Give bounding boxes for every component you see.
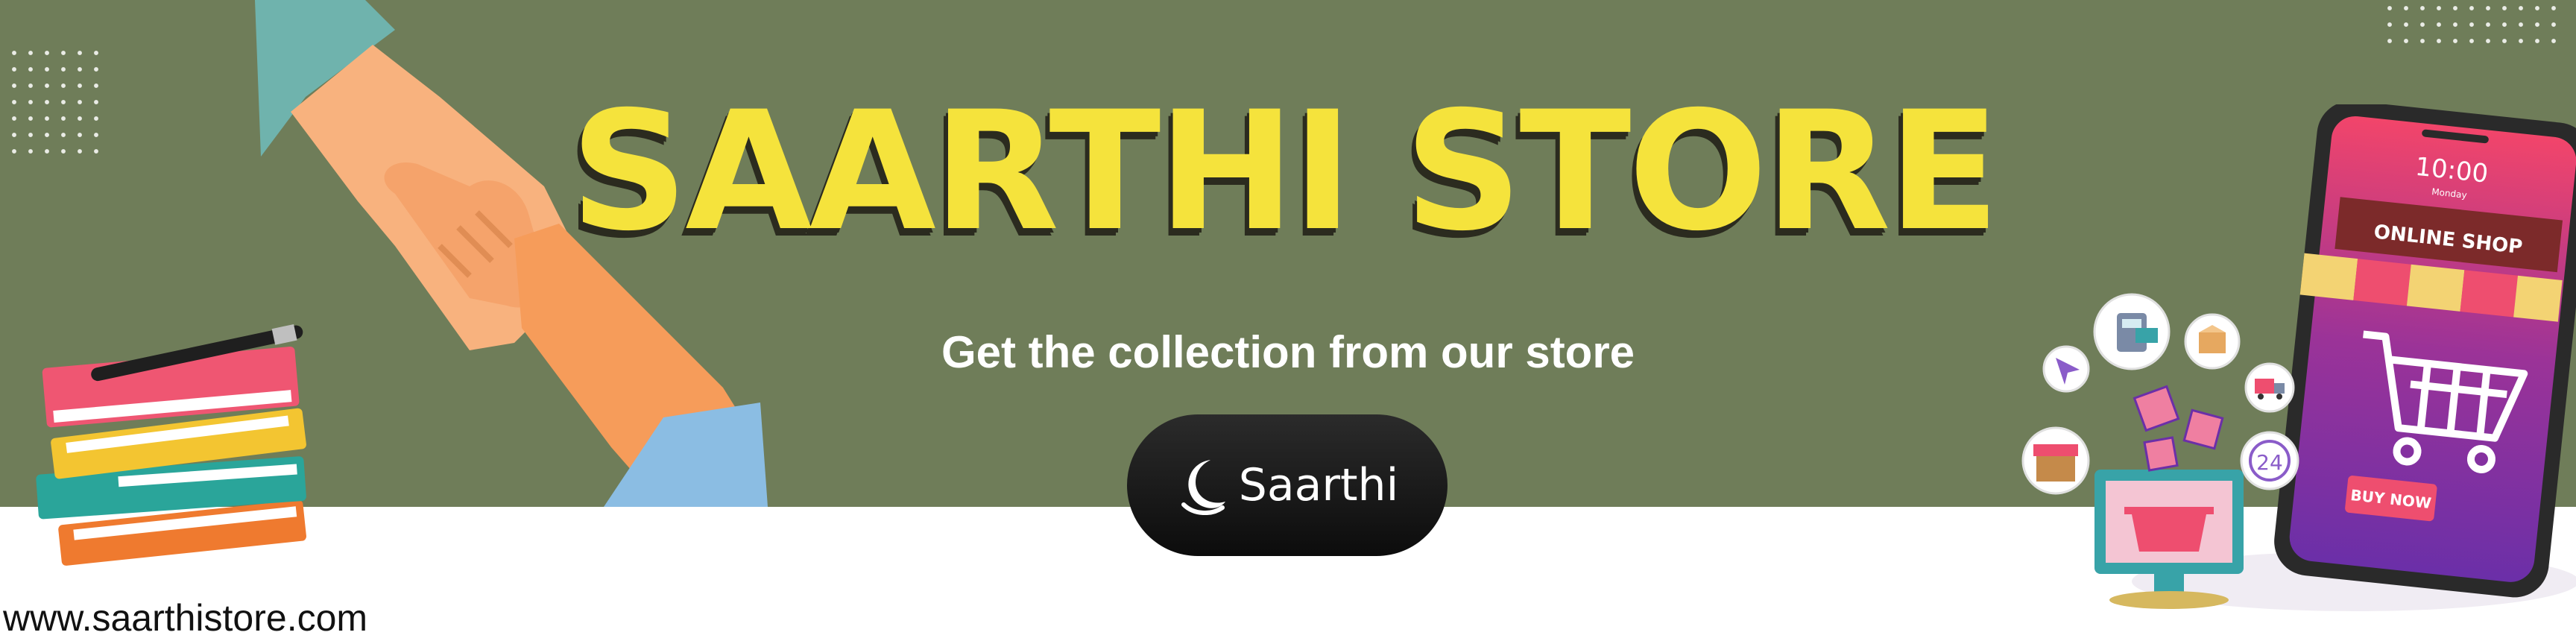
box-icon xyxy=(2184,313,2241,370)
card-terminal-icon xyxy=(2093,293,2171,370)
24-hour-label: 24 xyxy=(2256,450,2283,475)
brand-logo-badge: Saarthi xyxy=(1127,414,1448,556)
book-stack-illustration xyxy=(36,323,306,566)
store-icon xyxy=(2021,426,2090,495)
24-hour-icon: 24 xyxy=(2240,431,2299,490)
website-url[interactable]: www.saarthistore.com xyxy=(3,596,367,640)
online-shop-illustration: 10:00 Monday ONLINE SHOP BUY NOW 24 xyxy=(2021,104,2576,611)
moon-logo-icon xyxy=(1181,460,1225,515)
logo-wordmark: Saarthi xyxy=(1238,459,1399,511)
dot-pattern-right xyxy=(2381,0,2560,52)
gift-icon xyxy=(2133,385,2224,472)
cursor-icon xyxy=(2042,345,2090,393)
smartphone-illustration: 10:00 Monday ONLINE SHOP BUY NOW xyxy=(2274,104,2576,598)
delivery-truck-icon xyxy=(2244,362,2295,413)
